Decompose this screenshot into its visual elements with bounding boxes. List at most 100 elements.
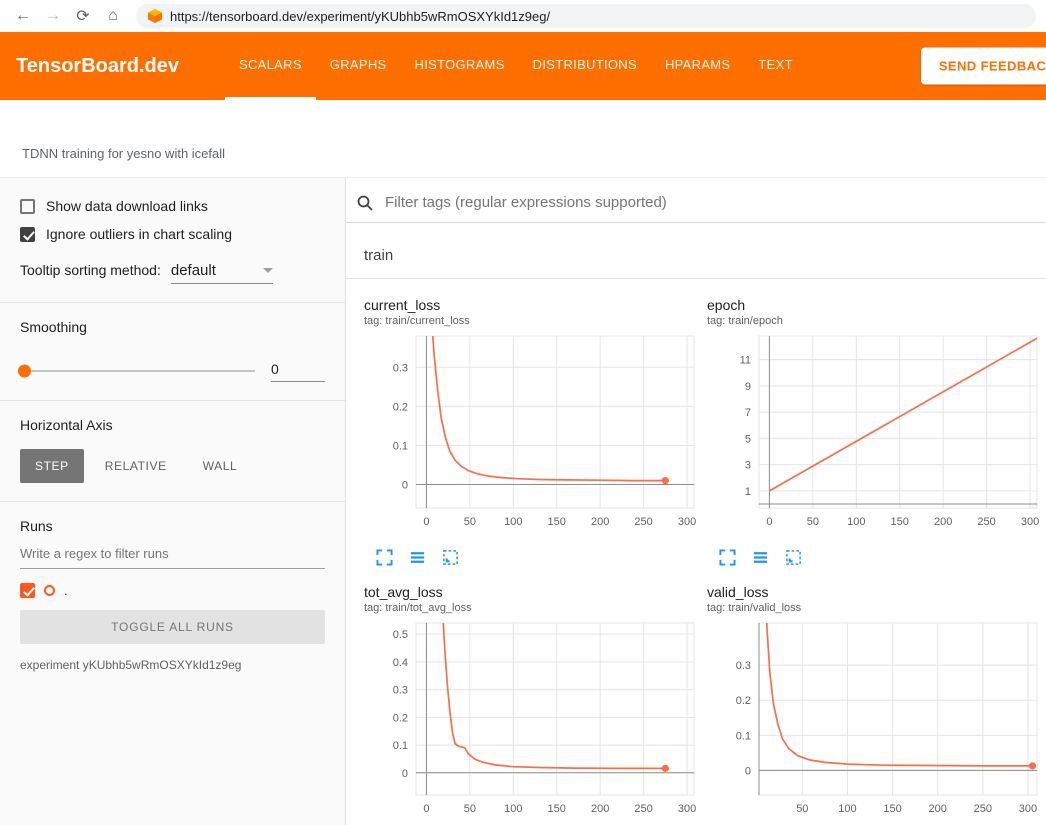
data-lines-icon[interactable] — [752, 549, 769, 566]
chart-plot-epoch[interactable]: 0501001502002503001357911 — [707, 333, 1042, 543]
experiment-title: TDNN training for yesno with icefall — [0, 100, 1046, 178]
horizontal-axis-label: Horizontal Axis — [20, 417, 325, 433]
svg-text:100: 100 — [504, 803, 522, 815]
send-feedback-button[interactable]: SEND FEEDBACK — [921, 48, 1046, 85]
svg-text:150: 150 — [891, 516, 909, 528]
ignore-outliers-checkbox[interactable] — [20, 227, 35, 242]
forward-icon[interactable]: → — [40, 7, 66, 25]
svg-text:0.1: 0.1 — [393, 440, 408, 452]
filter-tags-input[interactable] — [383, 193, 1036, 212]
smoothing-slider-thumb[interactable] — [18, 364, 31, 377]
chart-card-tot_avg_loss: tot_avg_losstag: train/tot_avg_loss05010… — [364, 584, 699, 825]
main-panel: train current_losstag: train/current_los… — [346, 178, 1046, 825]
chart-title: current_loss — [364, 297, 699, 313]
tooltip-sorting-value: default — [171, 262, 216, 279]
svg-text:5: 5 — [745, 433, 751, 445]
svg-text:3: 3 — [745, 460, 751, 472]
address-bar[interactable]: https://tensorboard.dev/experiment/yKUbh… — [136, 4, 1036, 28]
svg-text:0: 0 — [423, 516, 429, 528]
smoothing-label: Smoothing — [20, 319, 325, 335]
svg-text:150: 150 — [883, 803, 901, 815]
tag-group-train-header[interactable]: train — [346, 223, 1046, 279]
back-icon[interactable]: ← — [10, 7, 36, 25]
show-download-links-checkbox[interactable] — [20, 199, 35, 214]
smoothing-section: Smoothing — [0, 303, 345, 401]
run-row[interactable]: . — [20, 583, 325, 598]
svg-text:0: 0 — [423, 803, 429, 815]
svg-text:250: 250 — [634, 516, 652, 528]
axis-relative-button[interactable]: RELATIVE — [90, 449, 182, 483]
svg-text:150: 150 — [548, 516, 566, 528]
tab-histograms[interactable]: HISTOGRAMS — [401, 32, 519, 100]
tab-text[interactable]: TEXT — [744, 32, 806, 100]
fit-domain-icon[interactable] — [785, 549, 802, 566]
general-settings-section: Show data download links Ignore outliers… — [0, 178, 345, 303]
refresh-icon[interactable]: ⟳ — [70, 6, 96, 26]
svg-text:300: 300 — [678, 803, 696, 815]
svg-text:0: 0 — [745, 765, 751, 777]
tooltip-sorting-label: Tooltip sorting method: — [20, 262, 161, 278]
url-text: https://tensorboard.dev/experiment/yKUbh… — [170, 9, 550, 24]
runs-filter-input[interactable] — [20, 538, 325, 569]
chart-tag: tag: train/valid_loss — [707, 602, 1042, 614]
svg-text:250: 250 — [977, 516, 995, 528]
chart-plot-tot_avg_loss[interactable]: 05010015020025030000.10.20.30.40.5 — [364, 620, 699, 825]
fit-domain-icon[interactable] — [442, 549, 459, 566]
smoothing-value-input[interactable] — [271, 359, 325, 382]
svg-text:9: 9 — [745, 381, 751, 393]
svg-text:300: 300 — [1021, 516, 1039, 528]
chart-plot-current_loss[interactable]: 05010015020025030000.10.20.3 — [364, 333, 699, 543]
svg-text:0.3: 0.3 — [736, 660, 751, 672]
search-icon — [356, 194, 374, 212]
app-header: TensorBoard.dev SCALARSGRAPHSHISTOGRAMSD… — [0, 32, 1046, 100]
svg-text:150: 150 — [548, 803, 566, 815]
svg-text:300: 300 — [1019, 803, 1037, 815]
home-icon[interactable]: ⌂ — [100, 7, 126, 25]
expand-chart-icon[interactable] — [719, 549, 736, 566]
tab-hparams[interactable]: HPARAMS — [651, 32, 744, 100]
run-checkbox[interactable] — [20, 583, 35, 598]
tooltip-sorting-dropdown[interactable]: default — [171, 262, 273, 284]
show-download-links-label: Show data download links — [46, 198, 208, 214]
show-download-links-row[interactable]: Show data download links — [20, 198, 325, 214]
svg-text:11: 11 — [740, 355, 751, 367]
svg-text:0.2: 0.2 — [736, 695, 751, 707]
toggle-all-runs-button[interactable]: TOGGLE ALL RUNS — [20, 610, 325, 644]
svg-text:200: 200 — [591, 516, 609, 528]
charts-grid: current_losstag: train/current_loss05010… — [346, 279, 1046, 825]
svg-text:0: 0 — [402, 480, 408, 492]
run-name: . — [64, 583, 68, 598]
chevron-down-icon — [263, 268, 273, 273]
chart-tag: tag: train/epoch — [707, 315, 1042, 327]
axis-wall-button[interactable]: WALL — [188, 449, 253, 483]
ignore-outliers-label: Ignore outliers in chart scaling — [46, 226, 232, 242]
axis-step-button[interactable]: STEP — [20, 449, 84, 483]
svg-text:50: 50 — [807, 516, 819, 528]
chart-actions — [376, 549, 699, 566]
chart-plot-valid_loss[interactable]: 5010015020025030000.10.20.3 — [707, 620, 1042, 825]
tab-graphs[interactable]: GRAPHS — [316, 32, 401, 100]
experiment-id-note: experiment yKUbhb5wRmOSXYkId1z9eg — [20, 658, 325, 672]
ignore-outliers-row[interactable]: Ignore outliers in chart scaling — [20, 226, 325, 242]
tab-scalars[interactable]: SCALARS — [225, 32, 316, 100]
chart-card-epoch: epochtag: train/epoch0501001502002503001… — [707, 297, 1042, 566]
app-logo[interactable]: TensorBoard.dev — [16, 55, 179, 78]
svg-text:0.5: 0.5 — [393, 629, 408, 641]
settings-sidebar: Show data download links Ignore outliers… — [0, 178, 346, 825]
svg-text:200: 200 — [934, 516, 952, 528]
svg-text:50: 50 — [796, 803, 808, 815]
browser-toolbar: ← → ⟳ ⌂ https://tensorboard.dev/experime… — [0, 0, 1046, 32]
svg-text:100: 100 — [847, 516, 865, 528]
chart-title: tot_avg_loss — [364, 584, 699, 600]
filter-tags-row — [346, 178, 1046, 223]
chart-card-current_loss: current_losstag: train/current_loss05010… — [364, 297, 699, 566]
chart-title: valid_loss — [707, 584, 1042, 600]
svg-text:0.2: 0.2 — [393, 401, 408, 413]
chart-card-valid_loss: valid_losstag: train/valid_loss501001502… — [707, 584, 1042, 825]
expand-chart-icon[interactable] — [376, 549, 393, 566]
smoothing-slider[interactable] — [20, 370, 255, 372]
svg-text:200: 200 — [591, 803, 609, 815]
data-lines-icon[interactable] — [409, 549, 426, 566]
chart-title: epoch — [707, 297, 1042, 313]
tab-distributions[interactable]: DISTRIBUTIONS — [519, 32, 651, 100]
